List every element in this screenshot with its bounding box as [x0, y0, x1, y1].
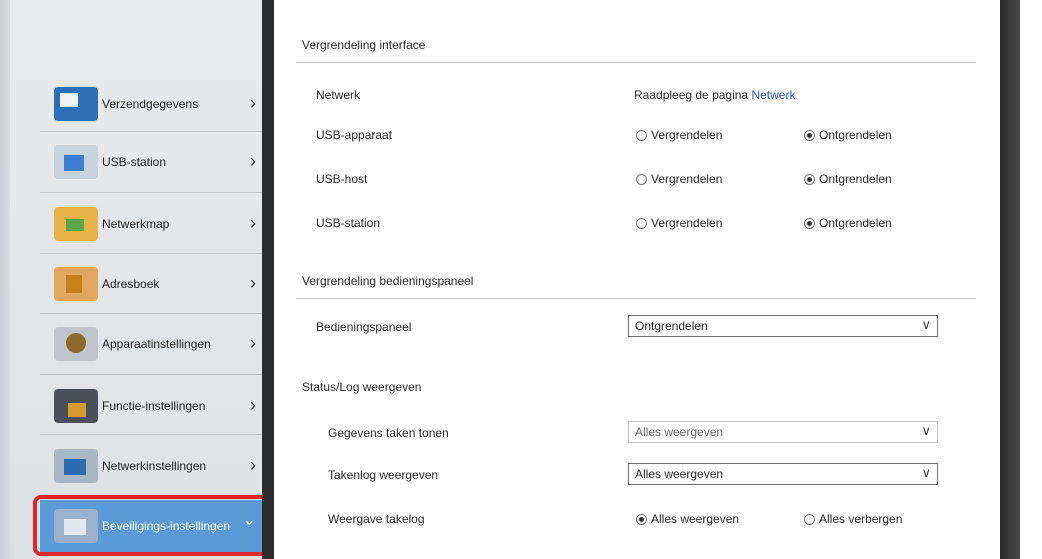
- row-label-bedieningspaneel: Bedieningspaneel: [316, 320, 412, 334]
- dropdown-arrow-icon: ∨: [921, 465, 931, 480]
- sidebar-divider-bar: [262, 0, 274, 559]
- network-reference-text: Raadpleeg de pagina Netwerk: [634, 88, 795, 102]
- usb-drive-icon: [54, 145, 98, 179]
- sidebar-item-functie-instellingen[interactable]: Functie-instellingen ›: [40, 384, 262, 428]
- network-link[interactable]: Netwerk: [751, 88, 795, 102]
- document-send-icon: [54, 87, 98, 121]
- radio-label: Ontgrendelen: [819, 216, 892, 230]
- radio-selected-icon: [804, 173, 815, 185]
- gegevens-taken-select[interactable]: Alles weergeven ∨: [628, 421, 938, 443]
- radio-label: Vergrendelen: [651, 128, 723, 142]
- address-book-icon: [54, 267, 98, 301]
- row-label-takenlog: Takenlog weergeven: [328, 468, 439, 482]
- device-settings-icon: [54, 327, 98, 361]
- radio-label: Alles verbergen: [819, 512, 903, 526]
- sidebar-item-adresboek[interactable]: Adresboek ›: [40, 262, 262, 306]
- window-left-edge: [0, 0, 10, 559]
- sidebar-divider: [40, 131, 262, 132]
- sidebar-item-netwerkmap[interactable]: Netwerkmap ›: [40, 202, 262, 246]
- chevron-right-icon: ›: [250, 333, 256, 353]
- bedieningspaneel-select[interactable]: Ontgrendelen ∨: [628, 315, 938, 337]
- dropdown-arrow-icon: ∨: [921, 317, 931, 332]
- select-value: Alles weergeven: [635, 425, 724, 439]
- radio-selected-icon: [804, 217, 815, 229]
- chevron-right-icon: ›: [250, 455, 256, 475]
- usb-apparaat-unlock-radio[interactable]: Ontgrendelen: [804, 128, 892, 142]
- section-title-operation: Vergrendeling bedieningspaneel: [302, 274, 474, 288]
- sidebar-divider: [40, 434, 262, 435]
- section-title-interface: Vergrendeling interface: [302, 38, 426, 52]
- radio-label: Vergrendelen: [651, 216, 723, 230]
- row-label-usb-apparaat: USB-apparaat: [316, 128, 393, 142]
- radio-label: Alles weergeven: [651, 512, 740, 526]
- show-all-radio[interactable]: Alles weergeven: [636, 512, 739, 526]
- sidebar-divider: [40, 253, 262, 254]
- sidebar-divider: [40, 313, 262, 314]
- chevron-right-icon: ›: [250, 151, 256, 171]
- hide-all-radio[interactable]: Alles verbergen: [804, 512, 902, 526]
- window-right-edge: [1000, 0, 1042, 559]
- sidebar-item-netwerkinstellingen[interactable]: Netwerkinstellingen ›: [40, 444, 262, 488]
- sidebar-item-label: Netwerkinstellingen: [102, 459, 207, 473]
- function-settings-icon: [54, 389, 98, 423]
- row-label-gegevens-taken: Gegevens taken tonen: [328, 426, 449, 440]
- row-label-netwerk: Netwerk: [316, 88, 361, 102]
- usb-host-lock-radio[interactable]: Vergrendelen: [636, 172, 722, 186]
- radio-circle-icon: [636, 217, 647, 229]
- section-divider: [296, 298, 976, 299]
- radio-selected-icon: [804, 129, 815, 141]
- select-value: Ontgrendelen: [635, 319, 708, 333]
- section-title-status: Status/Log weergeven: [302, 380, 422, 394]
- selection-highlight: [33, 495, 273, 556]
- sidebar-item-label: Adresboek: [102, 277, 160, 291]
- chevron-right-icon: ›: [250, 395, 256, 415]
- radio-circle-icon: [636, 173, 647, 185]
- usb-station-lock-radio[interactable]: Vergrendelen: [636, 216, 722, 230]
- sidebar-divider: [40, 192, 262, 193]
- section-divider: [296, 62, 976, 63]
- select-value: Alles weergeven: [635, 467, 724, 481]
- row-label-usb-station: USB-station: [316, 216, 381, 230]
- sidebar-item-usb-station[interactable]: USB-station ›: [40, 140, 262, 184]
- radio-circle-icon: [636, 129, 647, 141]
- chevron-right-icon: ›: [250, 213, 256, 233]
- sidebar-divider: [40, 374, 262, 375]
- radio-label: Ontgrendelen: [819, 172, 892, 186]
- radio-label: Ontgrendelen: [819, 128, 892, 142]
- network-settings-icon: [54, 449, 98, 483]
- sidebar-item-label: Apparaatinstellingen: [102, 337, 211, 351]
- row-label-weergave-takelog: Weergave takelog: [328, 512, 425, 526]
- row-label-usb-host: USB-host: [316, 172, 368, 186]
- sidebar-item-label: Verzendgegevens: [102, 97, 199, 111]
- dropdown-arrow-icon: ∨: [921, 423, 931, 438]
- usb-apparaat-lock-radio[interactable]: Vergrendelen: [636, 128, 722, 142]
- usb-host-unlock-radio[interactable]: Ontgrendelen: [804, 172, 892, 186]
- chevron-right-icon: ›: [250, 273, 256, 293]
- takenlog-select[interactable]: Alles weergeven ∨: [628, 463, 938, 485]
- settings-content: Vergrendeling interface Netwerk Raadplee…: [274, 0, 1000, 559]
- radio-selected-icon: [636, 513, 647, 525]
- usb-station-unlock-radio[interactable]: Ontgrendelen: [804, 216, 892, 230]
- sidebar-item-label: Netwerkmap: [102, 217, 170, 231]
- network-folder-icon: [54, 207, 98, 241]
- radio-label: Vergrendelen: [651, 172, 723, 186]
- sidebar-item-label: USB-station: [102, 155, 167, 169]
- sidebar-item-verzendgegevens[interactable]: Verzendgegevens ›: [40, 82, 262, 126]
- chevron-right-icon: ›: [250, 93, 256, 113]
- radio-circle-icon: [804, 513, 815, 525]
- sidebar-item-label: Functie-instellingen: [102, 399, 206, 413]
- network-reference-label: Raadpleeg de pagina: [634, 88, 749, 102]
- sidebar-item-apparaatinstellingen[interactable]: Apparaatinstellingen ›: [40, 322, 262, 366]
